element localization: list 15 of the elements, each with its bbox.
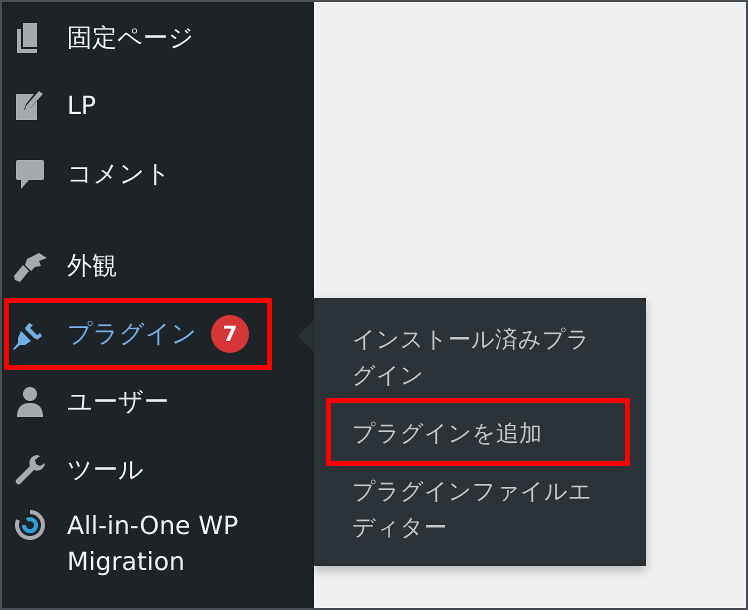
submenu-item[interactable]: プラグインファイルエディター bbox=[352, 474, 610, 546]
update-count-badge: 7 bbox=[211, 315, 249, 353]
migration-icon bbox=[13, 508, 47, 542]
menu-item[interactable]: LP bbox=[67, 88, 96, 124]
menu-item[interactable]: 固定ページ bbox=[67, 20, 194, 56]
submenu-item[interactable]: インストール済みプラグイン bbox=[352, 322, 610, 394]
wrench-icon bbox=[13, 453, 47, 487]
menu-item[interactable]: プラグイン bbox=[67, 316, 197, 352]
menu-item[interactable]: 外観 bbox=[67, 248, 117, 284]
menu-item[interactable]: ユーザー bbox=[67, 384, 169, 420]
menu-item[interactable]: All-in-One WP Migration bbox=[67, 508, 314, 580]
comment-icon bbox=[13, 157, 47, 191]
submenu-item[interactable]: プラグインを追加 bbox=[352, 416, 610, 452]
menu-item[interactable]: コメント bbox=[67, 156, 171, 192]
menu-item[interactable]: ツール bbox=[67, 452, 144, 488]
